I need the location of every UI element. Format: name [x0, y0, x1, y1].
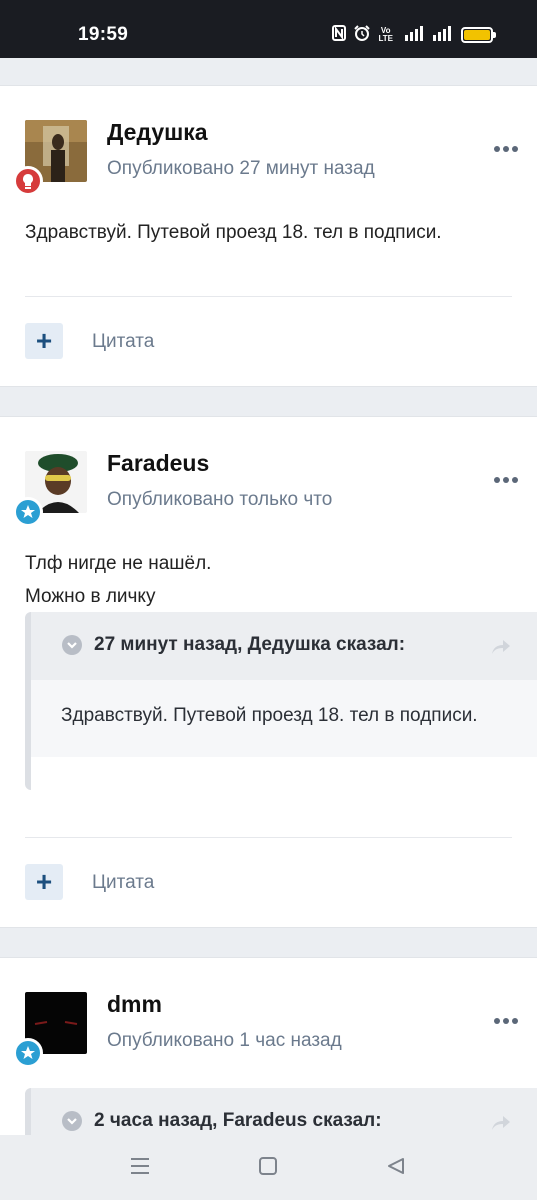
- more-options-icon[interactable]: [494, 1018, 518, 1024]
- quote-button[interactable]: Цитата: [92, 331, 154, 353]
- status-time: 19:59: [78, 24, 129, 45]
- avatar[interactable]: [13, 992, 87, 1068]
- alarm-icon: [354, 25, 371, 44]
- post-card: dmm Опубликовано 1 час назад 2 часа наза…: [0, 957, 537, 1158]
- status-icons: Vo LTE: [332, 25, 496, 44]
- post-content: Тлф нигде не нашёл. Можно в личку: [25, 547, 211, 613]
- nfc-icon: [332, 25, 347, 44]
- rank-badge: [13, 1038, 43, 1068]
- signal-4g-icon: [401, 25, 423, 44]
- post-line: Тлф нигде не нашёл.: [25, 553, 212, 574]
- post-author[interactable]: dmm: [107, 991, 162, 1018]
- divider: [25, 296, 512, 297]
- rank-badge: [13, 497, 43, 527]
- share-icon[interactable]: [491, 638, 511, 661]
- volte-icon: Vo LTE: [378, 25, 393, 43]
- menu-icon[interactable]: [130, 1157, 150, 1180]
- share-icon[interactable]: [491, 1114, 511, 1137]
- quote-title: 2 часа назад, Faradeus сказал:: [94, 1110, 382, 1131]
- chevron-down-icon[interactable]: [62, 635, 82, 655]
- chevron-down-icon[interactable]: [62, 1111, 82, 1131]
- add-quote-button[interactable]: +: [25, 323, 63, 359]
- plus-icon: +: [35, 866, 53, 897]
- more-options-icon[interactable]: [494, 146, 518, 152]
- quote-title: 27 минут назад, Дедушка сказал:: [94, 634, 406, 655]
- post-author[interactable]: Дедушка: [107, 119, 208, 146]
- status-bar: 19:59 Vo LTE: [0, 0, 537, 58]
- post-timestamp[interactable]: Опубликовано только что: [107, 489, 332, 511]
- battery-icon: [461, 26, 496, 43]
- post-line: Можно в личку: [25, 586, 156, 607]
- post-card: Дедушка Опубликовано 27 минут назад Здра…: [0, 85, 537, 387]
- divider: [25, 837, 512, 838]
- add-quote-button[interactable]: +: [25, 864, 63, 900]
- plus-icon: +: [35, 325, 53, 356]
- quote-header[interactable]: 27 минут назад, Дедушка сказал:: [31, 612, 537, 680]
- post-card: Faradeus Опубликовано только что Тлф ниг…: [0, 416, 537, 928]
- post-content: Здравствуй. Путевой проезд 18. тел в под…: [25, 216, 442, 249]
- back-icon[interactable]: [386, 1157, 406, 1180]
- quote-body: Здравствуй. Путевой проезд 18. тел в под…: [31, 680, 537, 757]
- post-author[interactable]: Faradeus: [107, 450, 209, 477]
- signal-icon: [431, 25, 453, 44]
- post-timestamp[interactable]: Опубликовано 1 час назад: [107, 1030, 342, 1052]
- quote-button[interactable]: Цитата: [92, 872, 154, 894]
- rank-badge: [13, 166, 43, 196]
- avatar[interactable]: [13, 120, 87, 196]
- post-line: Здравствуй. Путевой проезд 18. тел в под…: [25, 222, 442, 243]
- home-icon[interactable]: [258, 1157, 278, 1180]
- avatar[interactable]: [13, 451, 87, 527]
- post-timestamp[interactable]: Опубликовано 27 минут назад: [107, 158, 375, 180]
- quoted-post: 27 минут назад, Дедушка сказал: Здравств…: [25, 612, 537, 790]
- more-options-icon[interactable]: [494, 477, 518, 483]
- navigation-bar: [0, 1135, 537, 1200]
